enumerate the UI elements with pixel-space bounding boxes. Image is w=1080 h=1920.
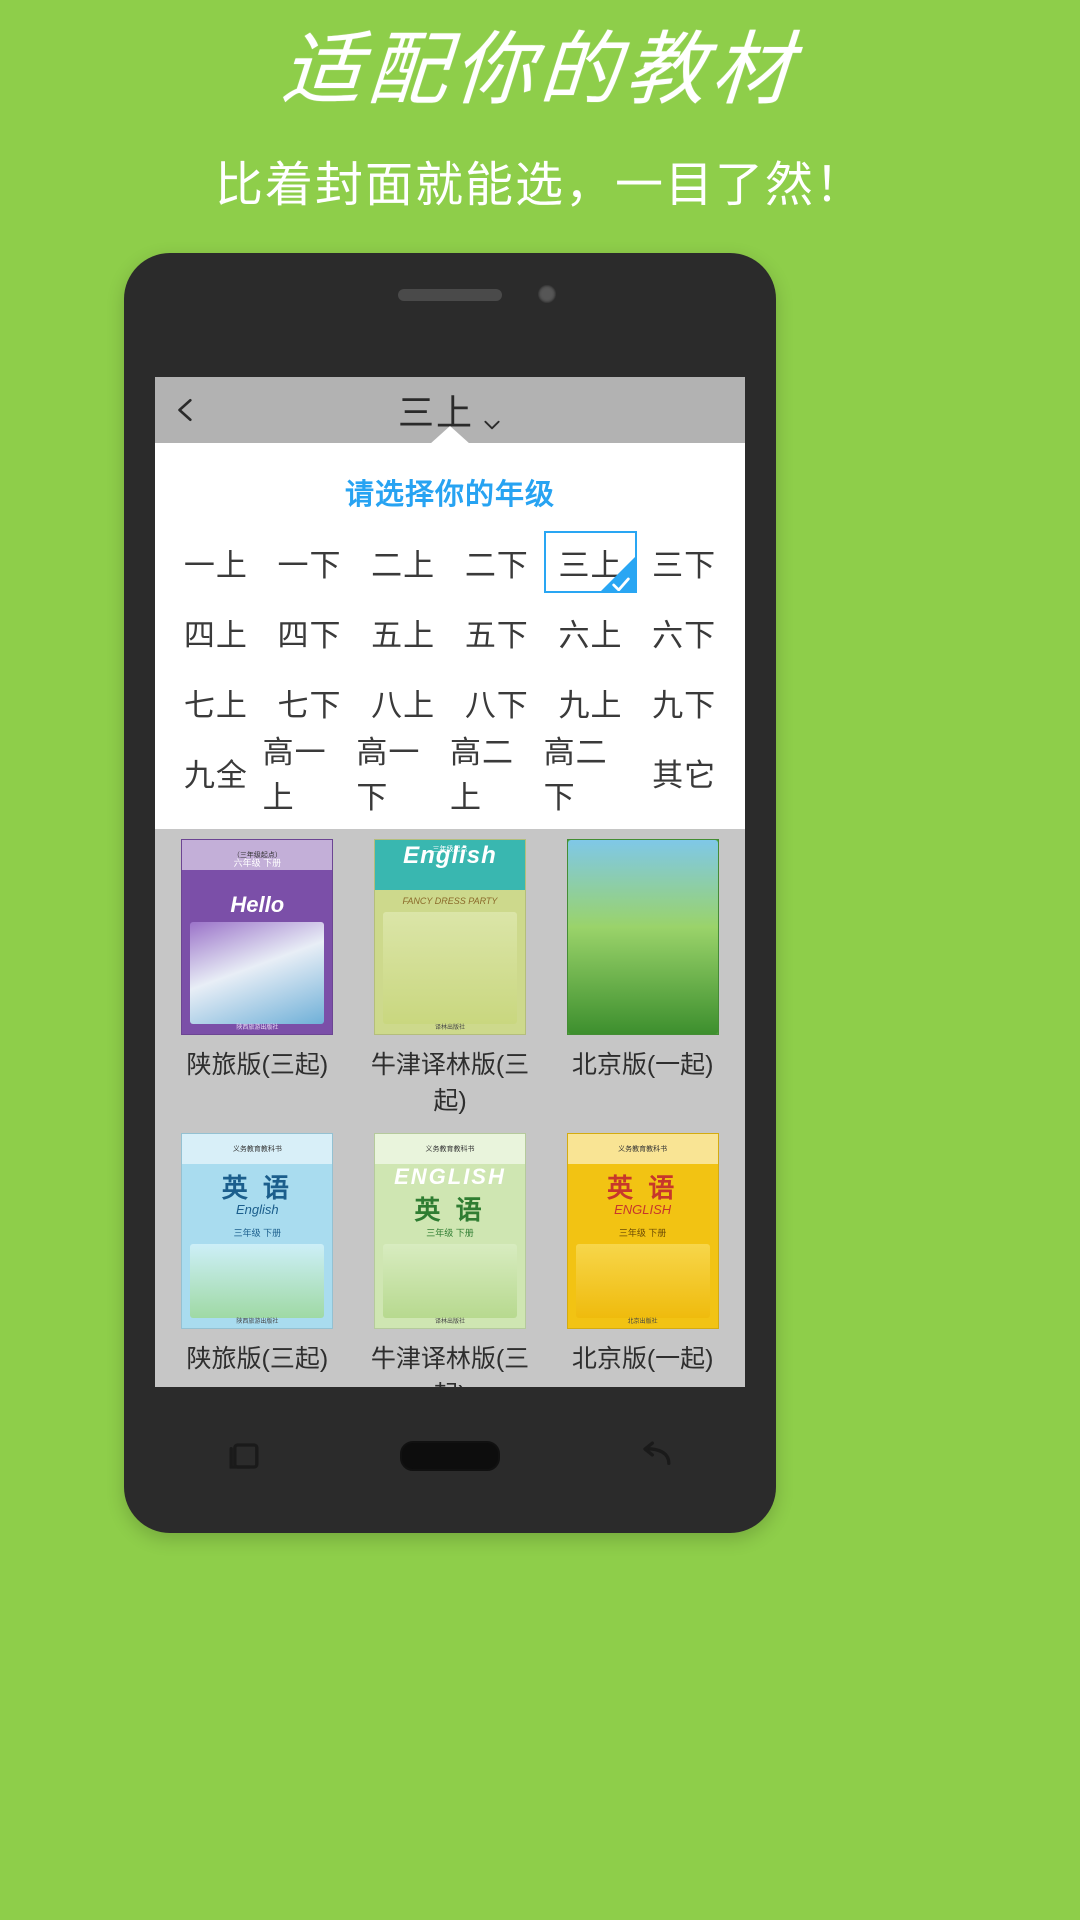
back-button[interactable] — [173, 397, 199, 423]
textbook-item[interactable]: （三年级起点） 六年级 下册 Hello 陕西旅游出版社 陕旅版(三起) — [169, 839, 346, 1117]
dialog-caret — [430, 426, 470, 444]
textbook-cover: 义务教育教科书 英 语 English 三年级 下册 陕西旅游出版社 — [181, 1133, 334, 1329]
grade-option[interactable]: 高一下 — [356, 735, 450, 815]
cover-publisher: 译林出版社 — [434, 1025, 465, 1031]
textbook-label: 陕旅版(三起) — [186, 1051, 329, 1079]
android-navbar — [155, 1413, 745, 1499]
grade-option[interactable]: 六下 — [637, 601, 731, 663]
cover-title: English — [403, 842, 497, 869]
textbook-item[interactable]: 义务教育教科书 英 语 English 三年级 下册 陕西旅游出版社 陕旅版(三… — [169, 1133, 346, 1387]
cover-artwork — [575, 1244, 710, 1318]
phone-mockup: 三上 请选择你的年级 一上 一下 二上 二下 三上 三下 四上 四下 五上 五下… — [124, 253, 776, 1533]
cover-band: 义务教育教科书 — [374, 1134, 525, 1164]
grade-option[interactable]: 五下 — [450, 601, 544, 663]
cover-artwork — [382, 912, 517, 1024]
grade-option-selected[interactable]: 三上 — [543, 531, 638, 593]
cover-grade: 三年级 下册 — [426, 1228, 474, 1238]
grade-option[interactable]: 一上 — [169, 531, 263, 593]
grade-option[interactable]: 五上 — [356, 601, 450, 663]
grade-option[interactable]: 二下 — [450, 531, 544, 593]
textbook-label: 牛津译林版(三起) — [370, 1051, 530, 1115]
grade-option[interactable]: 九全 — [169, 741, 263, 803]
textbook-row: 义务教育教科书 英 语 English 三年级 下册 陕西旅游出版社 陕旅版(三… — [155, 1133, 745, 1387]
cover-grade: 三年级 下册 — [618, 1228, 667, 1238]
grade-selector-dialog: 请选择你的年级 一上 一下 二上 二下 三上 三下 四上 四下 五上 五下 六上… — [155, 426, 745, 829]
cover-artwork — [567, 840, 718, 1034]
textbook-row: （三年级起点） 六年级 下册 Hello 陕西旅游出版社 陕旅版(三起) 三年级… — [155, 839, 745, 1133]
promo-title: 适配你的教材 — [278, 23, 802, 116]
cover-subtitle: Hello — [230, 892, 285, 917]
grade-option[interactable]: 九上 — [544, 671, 638, 733]
cover-title: 英 语 — [607, 1173, 679, 1203]
cover-subtitle: ENGLISH — [614, 1202, 672, 1217]
grade-option[interactable]: 其它 — [637, 741, 731, 803]
cover-band: 义务教育教科书 — [182, 1134, 333, 1164]
grade-option[interactable]: 八下 — [450, 671, 544, 733]
textbook-label: 牛津译林版(三起) — [370, 1345, 530, 1387]
chevron-down-icon — [482, 402, 502, 430]
textbook-cover: 义务教育教科书 英 语 ENGLISH 三年级 下册 北京出版社 — [566, 1133, 719, 1329]
textbook-cover: 三年级起点 English FANCY DRESS PARTY 译林出版社 — [373, 839, 526, 1035]
textbook-cover: 义务教育教科书 ENGLISH 英 语 三年级 下册 译林出版社 — [373, 1133, 526, 1329]
grade-option[interactable]: 八上 — [356, 671, 450, 733]
grade-option[interactable]: 一下 — [263, 531, 357, 593]
grade-option[interactable]: 高一上 — [263, 735, 357, 815]
cover-subtitle: ENGLISH — [394, 1164, 506, 1189]
cover-title: 英 语 — [221, 1173, 293, 1203]
cover-band: 义务教育教科书 — [567, 1134, 718, 1164]
grade-option[interactable]: 七下 — [263, 671, 357, 733]
cover-publisher: 译林出版社 — [434, 1319, 465, 1325]
textbook-item[interactable]: 北京版(一起) — [554, 839, 731, 1117]
textbook-item[interactable]: 三年级起点 English FANCY DRESS PARTY 译林出版社 牛津… — [362, 839, 539, 1117]
grade-dialog-heading: 请选择你的年级 — [344, 479, 555, 511]
grade-option[interactable]: 九下 — [637, 671, 731, 733]
promo-subtitle: 比着封面就能选，一目了然！ — [214, 159, 865, 212]
cover-artwork — [190, 922, 325, 1024]
cover-subtitle: FANCY DRESS PARTY — [402, 896, 498, 906]
home-pill-icon[interactable] — [400, 1441, 500, 1471]
grade-grid: 一上 一下 二上 二下 三上 三下 四上 四下 五上 五下 六上 六下 七上 七… — [155, 531, 745, 815]
grade-option[interactable]: 四下 — [263, 601, 357, 663]
back-arrow-icon[interactable] — [634, 1434, 678, 1478]
phone-speaker-icon — [398, 289, 502, 301]
phone-screen: 三上 请选择你的年级 一上 一下 二上 二下 三上 三下 四上 四下 五上 五下… — [155, 377, 745, 1387]
textbook-label: 北京版(一起) — [571, 1051, 714, 1079]
cover-grade: 六年级 下册 — [233, 858, 282, 868]
grade-option[interactable]: 六上 — [544, 601, 638, 663]
textbook-cover: （三年级起点） 六年级 下册 Hello 陕西旅游出版社 — [181, 839, 334, 1035]
grade-option[interactable]: 高二下 — [544, 735, 638, 815]
grade-option[interactable]: 四上 — [169, 601, 263, 663]
cover-artwork — [190, 1244, 325, 1318]
textbook-cover — [566, 839, 719, 1035]
cover-title: 英 语 — [414, 1195, 486, 1225]
recents-icon[interactable] — [222, 1434, 266, 1478]
grade-option[interactable]: 三下 — [637, 531, 731, 593]
cover-publisher: 陕西旅游出版社 — [236, 1319, 279, 1325]
phone-camera-icon — [538, 285, 556, 303]
cover-subtitle: English — [236, 1202, 279, 1217]
textbook-grid: （三年级起点） 六年级 下册 Hello 陕西旅游出版社 陕旅版(三起) 三年级… — [155, 829, 745, 1387]
cover-publisher: 陕西旅游出版社 — [236, 1025, 279, 1031]
grade-option[interactable]: 二上 — [356, 531, 450, 593]
cover-grade: 三年级 下册 — [233, 1228, 282, 1238]
grade-option[interactable]: 七上 — [169, 671, 263, 733]
cover-artwork — [382, 1244, 517, 1318]
cover-publisher: 北京出版社 — [627, 1319, 658, 1325]
textbook-item[interactable]: 义务教育教科书 ENGLISH 英 语 三年级 下册 译林出版社 牛津译林版(三… — [362, 1133, 539, 1387]
textbook-item[interactable]: 义务教育教科书 英 语 ENGLISH 三年级 下册 北京出版社 北京版(一起) — [554, 1133, 731, 1387]
check-icon — [610, 567, 632, 591]
textbook-label: 陕旅版(三起) — [186, 1345, 329, 1373]
textbook-label: 北京版(一起) — [571, 1345, 714, 1373]
grade-option[interactable]: 高二上 — [450, 735, 544, 815]
promo-header: 适配你的教材 比着封面就能选，一目了然！ — [0, 0, 1080, 210]
